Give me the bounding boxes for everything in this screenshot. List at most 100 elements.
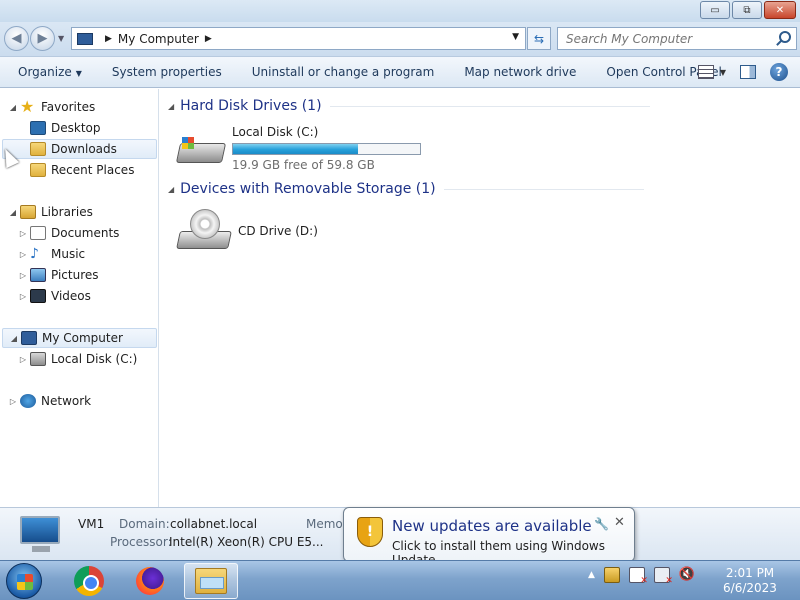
recent-places-icon	[30, 163, 46, 177]
expand-arrow-icon[interactable]: ◢	[8, 208, 18, 217]
minimize-button[interactable]: ▭	[700, 1, 730, 19]
domain-label: Domain:	[119, 517, 170, 531]
cd-drive-icon	[176, 209, 238, 253]
clock-date: 6/6/2023	[723, 581, 777, 595]
computer-large-icon	[20, 516, 64, 554]
collapse-arrow-icon[interactable]: ▷	[8, 397, 18, 406]
title-bar: ▭ ⧉ ✕	[0, 0, 800, 22]
close-button[interactable]: ✕	[764, 1, 796, 19]
uninstall-program-button[interactable]: Uninstall or change a program	[237, 65, 450, 79]
desktop-icon	[30, 121, 46, 135]
recent-pages-dropdown[interactable]: ▼	[58, 34, 64, 43]
navigation-pane: ◢ ★ Favorites Desktop Downloads Recent P…	[0, 89, 159, 507]
processor-value: Intel(R) Xeon(R) CPU E5...	[169, 535, 324, 549]
nav-documents[interactable]: ▷ Documents	[18, 223, 119, 243]
drive-cd-d[interactable]: CD Drive (D:)	[176, 209, 318, 253]
star-icon: ★	[20, 97, 35, 116]
address-bar[interactable]: ▶ My Computer ▶ ▼	[71, 27, 526, 50]
content-area: ◢ Hard Disk Drives (1) Local Disk (C:) 1…	[160, 89, 800, 507]
group-removable-storage[interactable]: ◢ Devices with Removable Storage (1)	[168, 181, 644, 197]
back-button[interactable]: ◀	[4, 26, 29, 51]
collapse-group-icon[interactable]: ◢	[168, 102, 174, 111]
libraries-icon	[20, 205, 36, 219]
expand-arrow-icon[interactable]: ◢	[8, 103, 18, 112]
drive-free-space: 19.9 GB free of 59.8 GB	[232, 158, 375, 172]
windows-update-icon[interactable]	[603, 567, 620, 583]
nav-pictures[interactable]: ▷ Pictures	[18, 265, 99, 285]
chrome-icon	[74, 566, 104, 596]
drive-name: Local Disk (C:)	[232, 125, 319, 139]
breadcrumb-my-computer[interactable]: My Computer	[118, 32, 199, 46]
nav-desktop[interactable]: Desktop	[30, 118, 101, 138]
breadcrumb-arrow-icon[interactable]: ▶	[205, 34, 212, 44]
show-hidden-icons-icon[interactable]: ▲	[588, 570, 595, 580]
disk-usage-fill	[233, 144, 358, 154]
domain-value: collabnet.local	[170, 517, 258, 531]
action-center-icon[interactable]	[628, 567, 648, 586]
hard-drive-icon	[175, 135, 227, 165]
update-notification-balloon[interactable]: ! New updates are available Click to ins…	[343, 507, 635, 569]
balloon-close-button[interactable]: ✕	[614, 515, 625, 530]
firefox-icon	[136, 567, 164, 595]
computer-icon	[21, 331, 37, 345]
address-dropdown-icon[interactable]: ▼	[512, 32, 519, 42]
nav-network[interactable]: ▷ Network	[8, 391, 91, 411]
refresh-button[interactable]: ⇆	[527, 27, 551, 50]
taskbar-chrome[interactable]	[62, 563, 116, 599]
balloon-title: New updates are available	[392, 517, 592, 535]
search-box[interactable]	[557, 27, 797, 50]
nav-my-computer[interactable]: ◢ My Computer	[2, 328, 157, 348]
search-icon[interactable]	[779, 31, 791, 43]
start-button[interactable]	[6, 563, 42, 599]
group-hard-disk-drives[interactable]: ◢ Hard Disk Drives (1)	[168, 98, 650, 114]
nav-local-disk[interactable]: ▷ Local Disk (C:)	[18, 349, 137, 369]
local-disk-icon	[30, 352, 46, 366]
shield-icon: !	[357, 517, 383, 547]
computer-name: VM1	[78, 517, 105, 531]
nav-libraries[interactable]: ◢ Libraries	[8, 202, 93, 222]
nav-music[interactable]: ▷ ♪ Music	[18, 244, 85, 264]
documents-icon	[30, 226, 46, 240]
maximize-button[interactable]: ⧉	[732, 1, 762, 19]
nav-favorites[interactable]: ◢ ★ Favorites	[8, 97, 95, 117]
clock-time: 2:01 PM	[725, 566, 775, 580]
collapse-arrow-icon[interactable]: ▷	[18, 292, 28, 301]
memory-label: Memo	[306, 517, 343, 531]
help-icon[interactable]: ?	[770, 63, 788, 81]
network-status-icon[interactable]	[653, 567, 673, 586]
change-view-icon[interactable]	[697, 65, 714, 79]
pictures-icon	[30, 268, 46, 282]
address-row: ◀ ▶ ▼ ▶ My Computer ▶ ▼ ⇆	[0, 22, 800, 56]
volume-muted-icon[interactable]: 🔇	[679, 567, 695, 583]
breadcrumb-arrow-icon[interactable]: ▶	[105, 34, 112, 44]
view-dropdown-icon[interactable]: ▼	[720, 68, 726, 77]
nav-recent-places[interactable]: Recent Places	[30, 160, 134, 180]
taskbar: ▲ 🔇 2:01 PM 6/6/2023	[0, 560, 800, 600]
taskbar-explorer[interactable]	[184, 563, 238, 599]
map-network-drive-button[interactable]: Map network drive	[449, 65, 591, 79]
processor-label: Processor:	[110, 535, 172, 549]
collapse-arrow-icon[interactable]: ▷	[18, 229, 28, 238]
drive-local-disk-c[interactable]: Local Disk (C:) 19.9 GB free of 59.8 GB	[175, 125, 421, 172]
taskbar-firefox[interactable]	[123, 563, 177, 599]
collapse-arrow-icon[interactable]: ▷	[18, 271, 28, 280]
system-properties-button[interactable]: System properties	[97, 65, 237, 79]
preview-pane-icon[interactable]	[740, 65, 756, 79]
nav-videos[interactable]: ▷ Videos	[18, 286, 91, 306]
collapse-group-icon[interactable]: ◢	[168, 185, 174, 194]
wrench-icon[interactable]: 🔧	[594, 517, 609, 531]
nav-downloads[interactable]: Downloads	[2, 139, 157, 159]
search-input[interactable]	[558, 28, 768, 49]
explorer-icon	[195, 568, 227, 594]
collapse-arrow-icon[interactable]: ▷	[18, 250, 28, 259]
downloads-folder-icon	[30, 142, 46, 156]
clock[interactable]: 2:01 PM 6/6/2023	[722, 566, 778, 596]
group-divider	[443, 188, 644, 190]
network-icon	[20, 394, 36, 408]
collapse-arrow-icon[interactable]: ▷	[18, 355, 28, 364]
forward-button[interactable]: ▶	[30, 26, 55, 51]
group-divider	[329, 105, 650, 107]
computer-icon	[77, 32, 93, 45]
organize-menu[interactable]: Organize ▼	[0, 65, 97, 79]
expand-arrow-icon[interactable]: ◢	[9, 334, 19, 343]
